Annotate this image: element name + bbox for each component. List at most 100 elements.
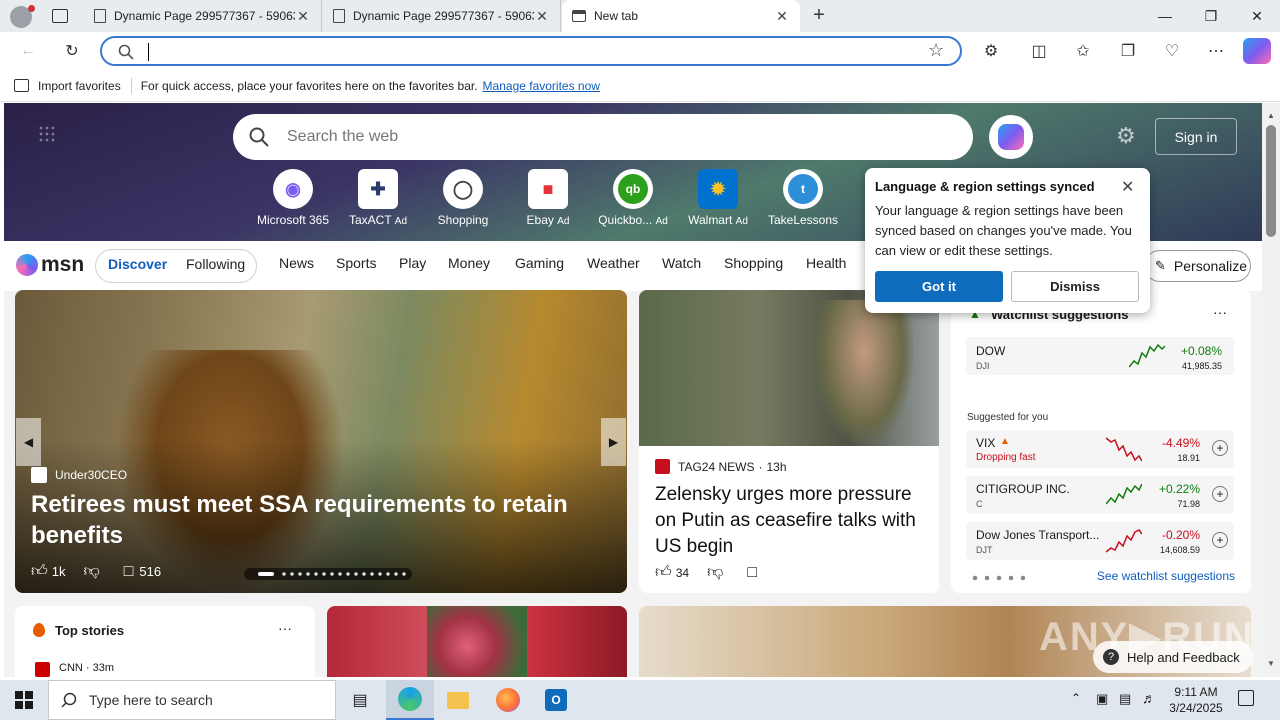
help-feedback-button[interactable]: ? Help and Feedback [1093, 641, 1253, 673]
nav-weather[interactable]: Weather [587, 255, 640, 271]
clock-date: 3/24/2025 [1169, 701, 1223, 715]
like-icon[interactable]: 👍︎ [655, 563, 672, 582]
flower-story-card[interactable] [327, 606, 627, 677]
watchlist-card: ▲ Watchlist suggestions ··· DOW DJI +0.0… [951, 290, 1251, 593]
hero-story-card[interactable]: ◀ ▶ Under30CEO Retirees must meet SSA re… [15, 290, 627, 593]
tab-following[interactable]: Following [186, 256, 245, 272]
close-tab-icon[interactable]: ✕ [774, 8, 790, 25]
firefox-icon[interactable] [484, 680, 532, 720]
quick-link-taxact[interactable]: ✚ TaxACT Ad [338, 169, 418, 227]
dislike-icon[interactable]: 👎︎ [707, 563, 723, 582]
nav-news[interactable]: News [279, 255, 314, 271]
sign-in-button[interactable]: Sign in [1155, 118, 1237, 155]
nav-money[interactable]: Money [448, 255, 490, 271]
volume-icon[interactable]: ♬ [1142, 690, 1156, 706]
minimize-button[interactable]: — [1142, 0, 1188, 32]
quick-link-ebay[interactable]: ■ Ebay Ad [508, 169, 588, 227]
nav-sports[interactable]: Sports [336, 255, 376, 271]
edge-taskbar-icon[interactable] [386, 680, 434, 720]
quick-link-shopping[interactable]: ◯ Shopping [423, 169, 503, 227]
quick-link-walmart[interactable]: ✹ Walmart Ad [678, 169, 758, 227]
restore-button[interactable]: ❐ [1188, 0, 1234, 32]
more-menu-icon[interactable]: ⋯ [1202, 38, 1230, 64]
new-tab-button[interactable]: + [808, 4, 830, 27]
manage-favorites-link[interactable]: Manage favorites now [483, 79, 600, 93]
dismiss-button[interactable]: Dismiss [1011, 271, 1139, 302]
carousel-prev-button[interactable]: ◀ [16, 418, 41, 466]
see-watchlist-link[interactable]: See watchlist suggestions [1097, 569, 1235, 583]
close-tab-icon[interactable]: ✕ [295, 8, 311, 25]
hero-headline[interactable]: Retirees must meet SSA requirements to r… [31, 489, 591, 551]
add-to-watchlist-icon[interactable]: + [1212, 440, 1228, 456]
tab-discover[interactable]: Discover [108, 256, 167, 272]
outlook-icon[interactable]: O [532, 680, 580, 720]
nav-gaming[interactable]: Gaming [515, 255, 564, 271]
nav-watch[interactable]: Watch [662, 255, 701, 271]
stock-row-vix[interactable]: VIX ▲ Dropping fast -4.49% 18.91 + [966, 430, 1234, 468]
story-card[interactable]: TAG24 NEWS · 13h Zelensky urges more pre… [639, 290, 939, 593]
extensions-icon[interactable]: ⚙ [977, 38, 1005, 64]
address-bar[interactable]: ☆ [100, 36, 962, 66]
close-popup-icon[interactable]: ✕ [1121, 177, 1134, 197]
msn-logo[interactable]: msn [16, 253, 84, 277]
show-hidden-icons[interactable]: ⌃ [1071, 691, 1081, 705]
settings-gear-icon[interactable]: ⚙ [1116, 123, 1136, 149]
taskbar-search-box[interactable]: Type here to search [48, 680, 336, 720]
import-favorites-icon[interactable] [14, 79, 29, 92]
quick-link-microsoft-365[interactable]: ◉ Microsoft 365 [253, 169, 333, 227]
scroll-thumb[interactable] [1266, 125, 1276, 237]
nav-play[interactable]: Play [399, 255, 426, 271]
personalize-button[interactable]: ✎ Personalize [1144, 250, 1251, 282]
more-options-icon[interactable]: ··· [278, 620, 292, 636]
copilot-button[interactable] [989, 115, 1033, 159]
copilot-icon[interactable] [1243, 38, 1271, 64]
carousel-next-button[interactable]: ▶ [601, 418, 626, 466]
file-explorer-icon[interactable] [434, 680, 482, 720]
pagination-dots[interactable] [969, 575, 1025, 581]
app-launcher-icon[interactable] [38, 125, 56, 143]
split-screen-icon[interactable]: ◫ [1025, 38, 1053, 64]
tab-dynamic-page-1[interactable]: Dynamic Page 299577367 - 59063 ✕ [84, 0, 322, 32]
favorite-star-icon[interactable]: ☆ [928, 40, 944, 61]
favorites-icon[interactable]: ✩ [1069, 38, 1097, 64]
stock-row-dow[interactable]: DOW DJI +0.08% 41,985.35 [966, 337, 1234, 375]
got-it-button[interactable]: Got it [875, 271, 1003, 302]
import-favorites-button[interactable]: Import favorites [38, 79, 121, 93]
ad-badge: Ad [735, 216, 748, 227]
stock-row-dow-transport[interactable]: Dow Jones Transport... DJT -0.20% 14,608… [966, 522, 1234, 560]
story-headline[interactable]: Zelensky urges more pressure on Putin as… [655, 482, 927, 560]
add-to-watchlist-icon[interactable]: + [1212, 486, 1228, 502]
nav-health[interactable]: Health [806, 255, 846, 271]
tab-actions-icon[interactable] [52, 9, 68, 23]
quick-link-takelessons[interactable]: t TakeLessons [763, 169, 843, 227]
scroll-up-arrow[interactable]: ▲ [1267, 111, 1275, 120]
tab-new-tab[interactable]: New tab ✕ [562, 0, 800, 32]
clock[interactable]: 9:11 AM 3/24/2025 [1166, 684, 1226, 716]
fire-icon: ▲ [1000, 436, 1010, 447]
web-search-box[interactable]: Search the web [233, 114, 973, 160]
comment-icon[interactable]: □ [124, 563, 134, 581]
scroll-down-arrow[interactable]: ▼ [1267, 659, 1275, 668]
network-icon[interactable]: ▤ [1119, 691, 1131, 707]
back-icon[interactable]: ← [14, 38, 42, 64]
stock-row-citigroup[interactable]: CITIGROUP INC. C +0.22% 71.98 + [966, 476, 1234, 514]
collections-icon[interactable]: ❐ [1114, 38, 1142, 64]
comment-icon[interactable]: □ [747, 564, 757, 582]
add-to-watchlist-icon[interactable]: + [1212, 532, 1228, 548]
tab-dynamic-page-2[interactable]: Dynamic Page 299577367 - 59063 ✕ [323, 0, 561, 32]
more-options-icon[interactable]: ··· [1213, 304, 1227, 320]
device-icon[interactable]: ▣ [1096, 691, 1108, 707]
dislike-icon[interactable]: 👎︎ [83, 562, 99, 581]
refresh-icon[interactable]: ↻ [58, 38, 86, 64]
start-button[interactable] [0, 680, 48, 720]
performance-icon[interactable]: ♡ [1158, 38, 1186, 64]
quick-link-quickbooks[interactable]: qb Quickbo... Ad [593, 169, 673, 227]
close-window-button[interactable]: ✕ [1234, 0, 1280, 32]
nav-shopping[interactable]: Shopping [724, 255, 783, 271]
story-source: CNN · 33m [59, 662, 115, 674]
page-scrollbar[interactable]: ▲ ▼ [1262, 103, 1280, 677]
like-icon[interactable]: 👍︎ [31, 562, 48, 581]
task-view-icon[interactable]: ▤ [336, 680, 384, 720]
notifications-icon[interactable] [1238, 690, 1254, 706]
close-tab-icon[interactable]: ✕ [534, 8, 550, 25]
